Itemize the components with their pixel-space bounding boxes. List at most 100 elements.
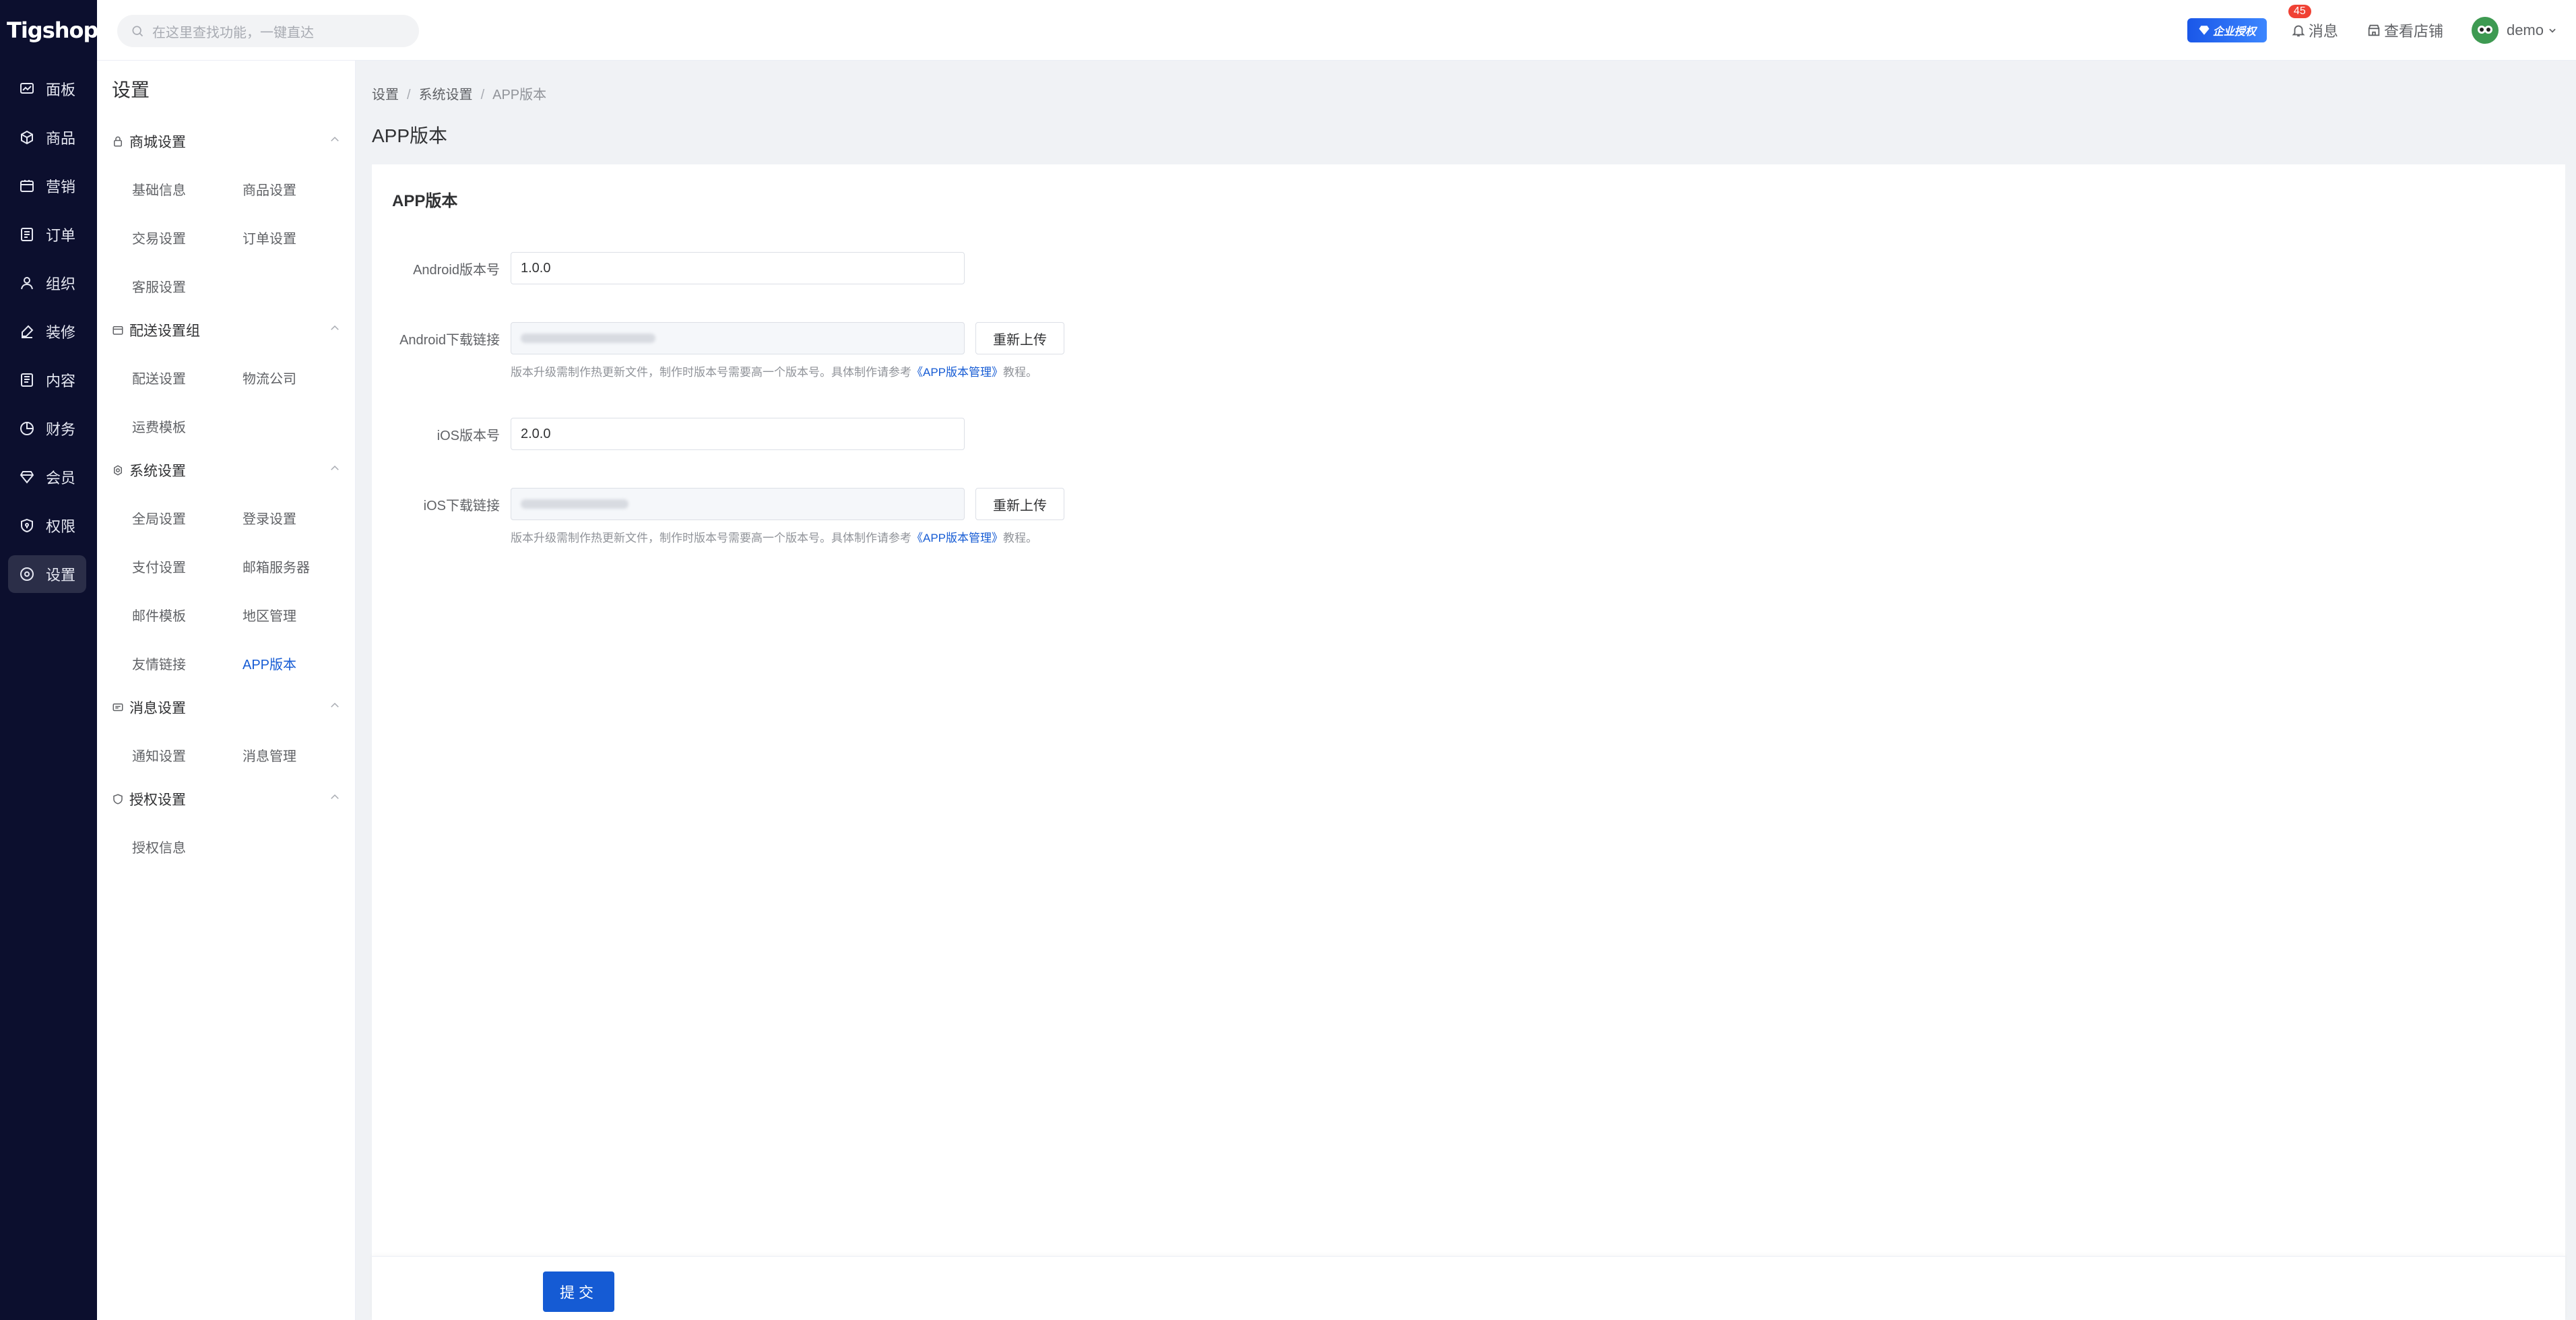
nav-label: 商品 [46, 130, 76, 147]
submenu-item-app-version[interactable]: APP版本 [243, 654, 296, 673]
search-box[interactable]: 在这里查找功能，一键直达 [117, 15, 419, 47]
submenu-item-delivery[interactable]: 配送设置 [132, 368, 186, 387]
nav-item-dashboard[interactable]: 面板 [8, 70, 86, 108]
ios-version-input[interactable]: 2.0.0 [511, 418, 965, 450]
user-name: demo [2506, 22, 2544, 38]
nav-item-decoration[interactable]: 装修 [8, 313, 86, 350]
shield-icon [112, 793, 124, 805]
group-delivery-settings[interactable]: 配送设置组 [112, 317, 341, 344]
ios-hint: 版本升级需制作热更新文件，制作时版本号需要高一个版本号。具体制作请参考《APP版… [511, 528, 1037, 545]
submenu-item-service-settings[interactable]: 客服设置 [132, 276, 186, 296]
submenu-item-order-settings[interactable]: 订单设置 [243, 228, 296, 247]
search-placeholder: 在这里查找功能，一键直达 [152, 25, 314, 40]
android-reupload-button[interactable]: 重新上传 [975, 322, 1064, 354]
breadcrumb-separator: / [480, 88, 485, 102]
ios-reupload-button[interactable]: 重新上传 [975, 488, 1064, 520]
submenu-item-trade-settings[interactable]: 交易设置 [132, 228, 186, 247]
app-version-guide-link[interactable]: 《APP版本管理》 [911, 532, 1003, 544]
nav-label: 订单 [46, 227, 76, 244]
nav-label: 会员 [46, 470, 76, 486]
nav-label: 内容 [46, 373, 76, 389]
app-version-guide-link[interactable]: 《APP版本管理》 [911, 366, 1003, 379]
chevron-up-icon [329, 322, 341, 334]
chevron-up-icon [329, 133, 341, 146]
group-message-settings[interactable]: 消息设置 [112, 694, 341, 721]
submenu-item-mail-template[interactable]: 邮件模板 [132, 605, 186, 625]
submenu-item-payment[interactable]: 支付设置 [132, 557, 186, 576]
submenu-item-global[interactable]: 全局设置 [132, 508, 186, 528]
android-link-input[interactable] [511, 322, 965, 354]
group-license-settings[interactable]: 授权设置 [112, 786, 341, 813]
avatar [2471, 17, 2499, 44]
settings-icon [18, 565, 36, 584]
view-store-button[interactable]: 查看店铺 [2366, 20, 2443, 41]
breadcrumb-separator: / [407, 88, 411, 102]
submenu-item-shipping-template[interactable]: 运费模板 [132, 416, 186, 436]
ios-link-input[interactable] [511, 488, 965, 520]
group-system-settings[interactable]: 系统设置 [112, 457, 341, 484]
delivery-icon [112, 324, 124, 336]
view-store-label: 查看店铺 [2383, 23, 2443, 40]
user-menu[interactable]: demo [2471, 17, 2560, 44]
submenu-item-login[interactable]: 登录设置 [243, 508, 296, 528]
nav-item-settings[interactable]: 设置 [8, 555, 86, 593]
breadcrumb: 设置 / 系统设置 / APP版本 [372, 84, 546, 103]
nav-label: 面板 [46, 82, 76, 98]
breadcrumb-current: APP版本 [492, 88, 547, 102]
nav-item-content[interactable]: 内容 [8, 361, 86, 399]
organization-icon [18, 274, 36, 292]
top-bar: 在这里查找功能，一键直达 企业授权 45 消息 查看店铺 demo [97, 0, 2576, 61]
submenu-item-notification[interactable]: 通知设置 [132, 745, 186, 765]
nav-item-member[interactable]: 会员 [8, 458, 86, 496]
nav-item-marketing[interactable]: 营销 [8, 167, 86, 205]
search-icon [131, 24, 144, 38]
hint-suffix: 教程。 [1003, 532, 1038, 544]
submenu-item-logistics[interactable]: 物流公司 [243, 368, 296, 387]
breadcrumb-item[interactable]: 设置 [372, 88, 399, 102]
gear-icon [112, 464, 124, 476]
bell-icon [2291, 23, 2306, 38]
submenu-item-license-info[interactable]: 授权信息 [132, 837, 186, 856]
android-version-input[interactable]: 1.0.0 [511, 252, 965, 284]
submenu-item-mail-server[interactable]: 邮箱服务器 [243, 557, 310, 576]
submenu-item-basic-info[interactable]: 基础信息 [132, 179, 186, 199]
submit-button[interactable]: 提交 [543, 1271, 614, 1312]
chevron-up-icon [329, 791, 341, 803]
submenu-item-region[interactable]: 地区管理 [243, 605, 296, 625]
submenu-item-message-management[interactable]: 消息管理 [243, 745, 296, 765]
hint-text: 版本升级需制作热更新文件，制作时版本号需要高一个版本号。具体制作请参考 [511, 366, 911, 379]
hint-suffix: 教程。 [1003, 366, 1038, 379]
nav-label: 营销 [46, 179, 76, 195]
nav-label: 财务 [46, 421, 76, 438]
group-label: 消息设置 [129, 701, 186, 716]
nav-item-product[interactable]: 商品 [8, 119, 86, 156]
nav-item-permission[interactable]: 权限 [8, 507, 86, 544]
submenu-item-friend-links[interactable]: 友情链接 [132, 654, 186, 673]
product-icon [18, 128, 36, 147]
android-link-label: Android下载链接 [399, 333, 500, 348]
diamond-icon [2199, 26, 2210, 35]
dashboard-icon [18, 80, 36, 98]
group-mall-settings[interactable]: 商城设置 [112, 128, 341, 155]
enterprise-license-badge[interactable]: 企业授权 [2187, 18, 2267, 42]
settings-submenu: 设置 商城设置 基础信息 商品设置 交易设置 订单设置 客服设置 配送设置组 配… [97, 61, 356, 1320]
page-title: APP版本 [372, 125, 448, 146]
ios-link-label: iOS下载链接 [423, 499, 500, 513]
breadcrumb-item[interactable]: 系统设置 [419, 88, 473, 102]
ios-version-label: iOS版本号 [437, 429, 500, 443]
store-icon [2366, 23, 2381, 38]
nav-label: 组织 [46, 276, 76, 292]
enterprise-badge-label: 企业授权 [2212, 26, 2256, 38]
nav-item-organization[interactable]: 组织 [8, 264, 86, 302]
top-right-actions: 企业授权 45 消息 查看店铺 demo [2187, 0, 2560, 61]
android-hint: 版本升级需制作热更新文件，制作时版本号需要高一个版本号。具体制作请参考《APP版… [511, 363, 1037, 379]
submenu-item-product-settings[interactable]: 商品设置 [243, 179, 296, 199]
nav-item-finance[interactable]: 财务 [8, 410, 86, 447]
logo[interactable]: Tigshop [7, 18, 98, 44]
nav-item-order[interactable]: 订单 [8, 216, 86, 253]
form-footer: 提交 [372, 1256, 2565, 1320]
nav-label: 设置 [46, 567, 76, 584]
messages-button[interactable]: 45 消息 [2288, 5, 2338, 41]
hint-text: 版本升级需制作热更新文件，制作时版本号需要高一个版本号。具体制作请参考 [511, 532, 911, 544]
group-label: 配送设置组 [129, 323, 200, 339]
